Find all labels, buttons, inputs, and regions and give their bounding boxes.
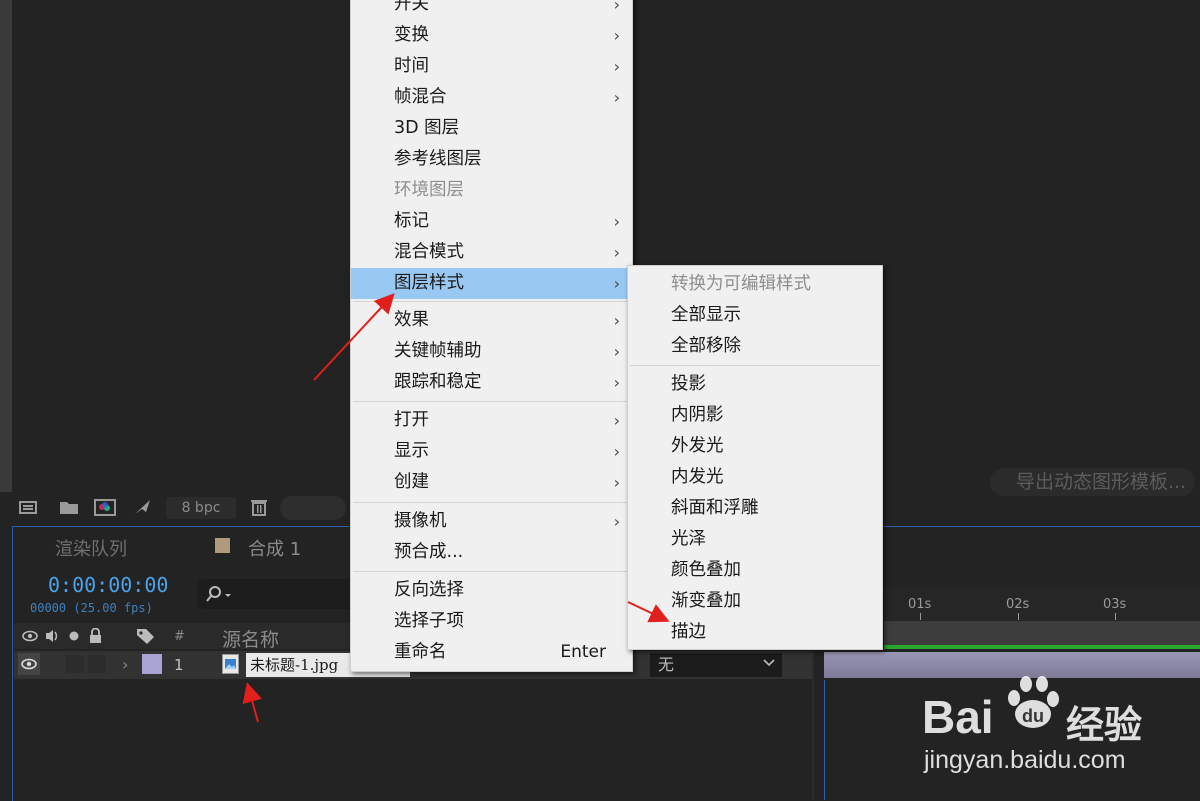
menu-item-open[interactable]: 打开 › <box>351 405 632 436</box>
menu-item-invert-selection[interactable]: 反向选择 <box>351 575 632 606</box>
menu-item-create[interactable]: 创建 › <box>351 467 632 498</box>
menu-item-keyframe-assistant[interactable]: 关键帧辅助 › <box>351 336 632 367</box>
column-source-name-header[interactable]: 源名称 <box>222 625 279 652</box>
menu-item-effect[interactable]: 效果 › <box>351 305 632 336</box>
eye-icon <box>21 658 37 670</box>
baidu-jingyan-watermark: Bai du 经验 jingyan.baidu.com <box>920 670 1190 780</box>
submenu-item-satin[interactable]: 光泽 <box>628 524 882 555</box>
baidu-paw-icon: du <box>1008 676 1059 728</box>
project-panel-edge <box>0 0 12 495</box>
submenu-item-gradient-overlay[interactable]: 渐变叠加 <box>628 586 882 617</box>
search-icon <box>206 586 231 602</box>
export-motion-graphics-template-button[interactable]: 导出动态图形模板... <box>990 468 1195 496</box>
time-ruler[interactable] <box>884 588 1200 620</box>
column-number-header: # <box>174 629 185 644</box>
composition-color-swatch <box>215 538 230 553</box>
menu-item-3d-layer[interactable]: 3D 图层 <box>351 113 632 144</box>
speaker-icon[interactable] <box>46 630 58 642</box>
submenu-item-color-overlay[interactable]: 颜色叠加 <box>628 555 882 586</box>
layer-context-menu: 开关 › 变换 › 时间 › 帧混合 › 3D 图层 参考线图层 环境图层 标记 › 混合… <box>350 0 633 672</box>
menu-item-time[interactable]: 时间 › <box>351 51 632 82</box>
eye-icon[interactable] <box>22 630 38 642</box>
ruler-tick-label: 02s <box>1006 597 1030 612</box>
image-file-icon <box>222 654 239 674</box>
menu-item-reveal[interactable]: 显示 › <box>351 436 632 467</box>
bit-depth-button[interactable]: 8 bpc <box>166 497 236 519</box>
menu-item-switches[interactable]: 开关 › <box>351 0 632 20</box>
svg-text:du: du <box>1022 706 1044 726</box>
watermark-brand: Bai <box>922 691 994 743</box>
menu-item-environment-layer: 环境图层 <box>394 180 464 200</box>
layer-solo-toggle[interactable] <box>88 655 106 673</box>
menu-item-guide-layer[interactable]: 参考线图层 <box>351 144 632 175</box>
menu-item-layer-styles[interactable]: 图层样式 › <box>351 268 632 299</box>
menu-item-markers[interactable]: 标记 › <box>351 206 632 237</box>
ruler-tick-label: 01s <box>908 597 932 612</box>
submenu-item-outer-glow[interactable]: 外发光 <box>628 431 882 462</box>
watermark-url: jingyan.baidu.com <box>924 746 1126 774</box>
submenu-item-inner-shadow[interactable]: 内阴影 <box>628 400 882 431</box>
menu-item-camera[interactable]: 摄像机 › <box>351 506 632 537</box>
submenu-item-bevel-emboss[interactable]: 斜面和浮雕 <box>628 493 882 524</box>
tab-composition-1[interactable]: 合成 1 <box>248 535 301 561</box>
menu-item-select-children[interactable]: 选择子项 <box>351 606 632 637</box>
layer-visibility-toggle[interactable] <box>18 653 40 675</box>
interpret-footage-icon[interactable] <box>18 498 40 516</box>
menu-item-blending-mode[interactable]: 混合模式 › <box>351 237 632 268</box>
menu-item-frame-blending[interactable]: 帧混合 › <box>351 82 632 113</box>
submenu-item-stroke[interactable]: 描边 <box>628 617 882 648</box>
menu-item-track-stabilize[interactable]: 跟踪和稳定 › <box>351 367 632 398</box>
menu-item-rename[interactable]: 重命名 Enter <box>351 637 632 668</box>
layer-styles-submenu: 转换为可编辑样式 全部显示 全部移除 投影 内阴影 外发光 内发光 斜面和浮雕 … <box>627 265 883 650</box>
lock-icon[interactable] <box>90 628 101 644</box>
new-composition-icon[interactable] <box>94 498 116 516</box>
trash-icon[interactable] <box>248 498 270 516</box>
menu-item-precompose[interactable]: 预合成... <box>351 537 632 568</box>
label-tag-icon[interactable] <box>136 627 156 645</box>
chevron-down-icon <box>763 659 775 667</box>
submenu-item-drop-shadow[interactable]: 投影 <box>628 369 882 400</box>
expand-chevron-icon[interactable]: › <box>122 655 128 674</box>
tab-render-queue[interactable]: 渲染队列 <box>55 535 127 561</box>
work-area-bar[interactable] <box>884 621 1200 645</box>
submenu-item-convert-editable: 转换为可编辑样式 <box>671 274 811 294</box>
panel-divider[interactable] <box>812 652 814 800</box>
layer-number: 1 <box>174 656 184 674</box>
solo-icon[interactable] <box>69 631 79 641</box>
layer-label-color[interactable] <box>142 654 162 674</box>
submenu-item-remove-all[interactable]: 全部移除 <box>628 331 882 362</box>
submenu-item-inner-glow[interactable]: 内发光 <box>628 462 882 493</box>
frame-rate-display: 00000 (25.00 fps) <box>30 601 153 615</box>
new-folder-icon[interactable] <box>58 498 80 516</box>
watermark-brand-cn: 经验 <box>1066 703 1143 747</box>
current-time-display[interactable]: 0:00:00:00 <box>48 573 168 597</box>
toolbar-slider[interactable] <box>280 496 346 520</box>
render-rocket-icon[interactable] <box>132 498 154 516</box>
submenu-item-show-all[interactable]: 全部显示 <box>628 300 882 331</box>
layer-audio-toggle[interactable] <box>66 655 84 673</box>
ruler-tick-label: 03s <box>1103 597 1127 612</box>
cache-indicator <box>884 645 1200 649</box>
menu-item-transform[interactable]: 变换 › <box>351 20 632 51</box>
